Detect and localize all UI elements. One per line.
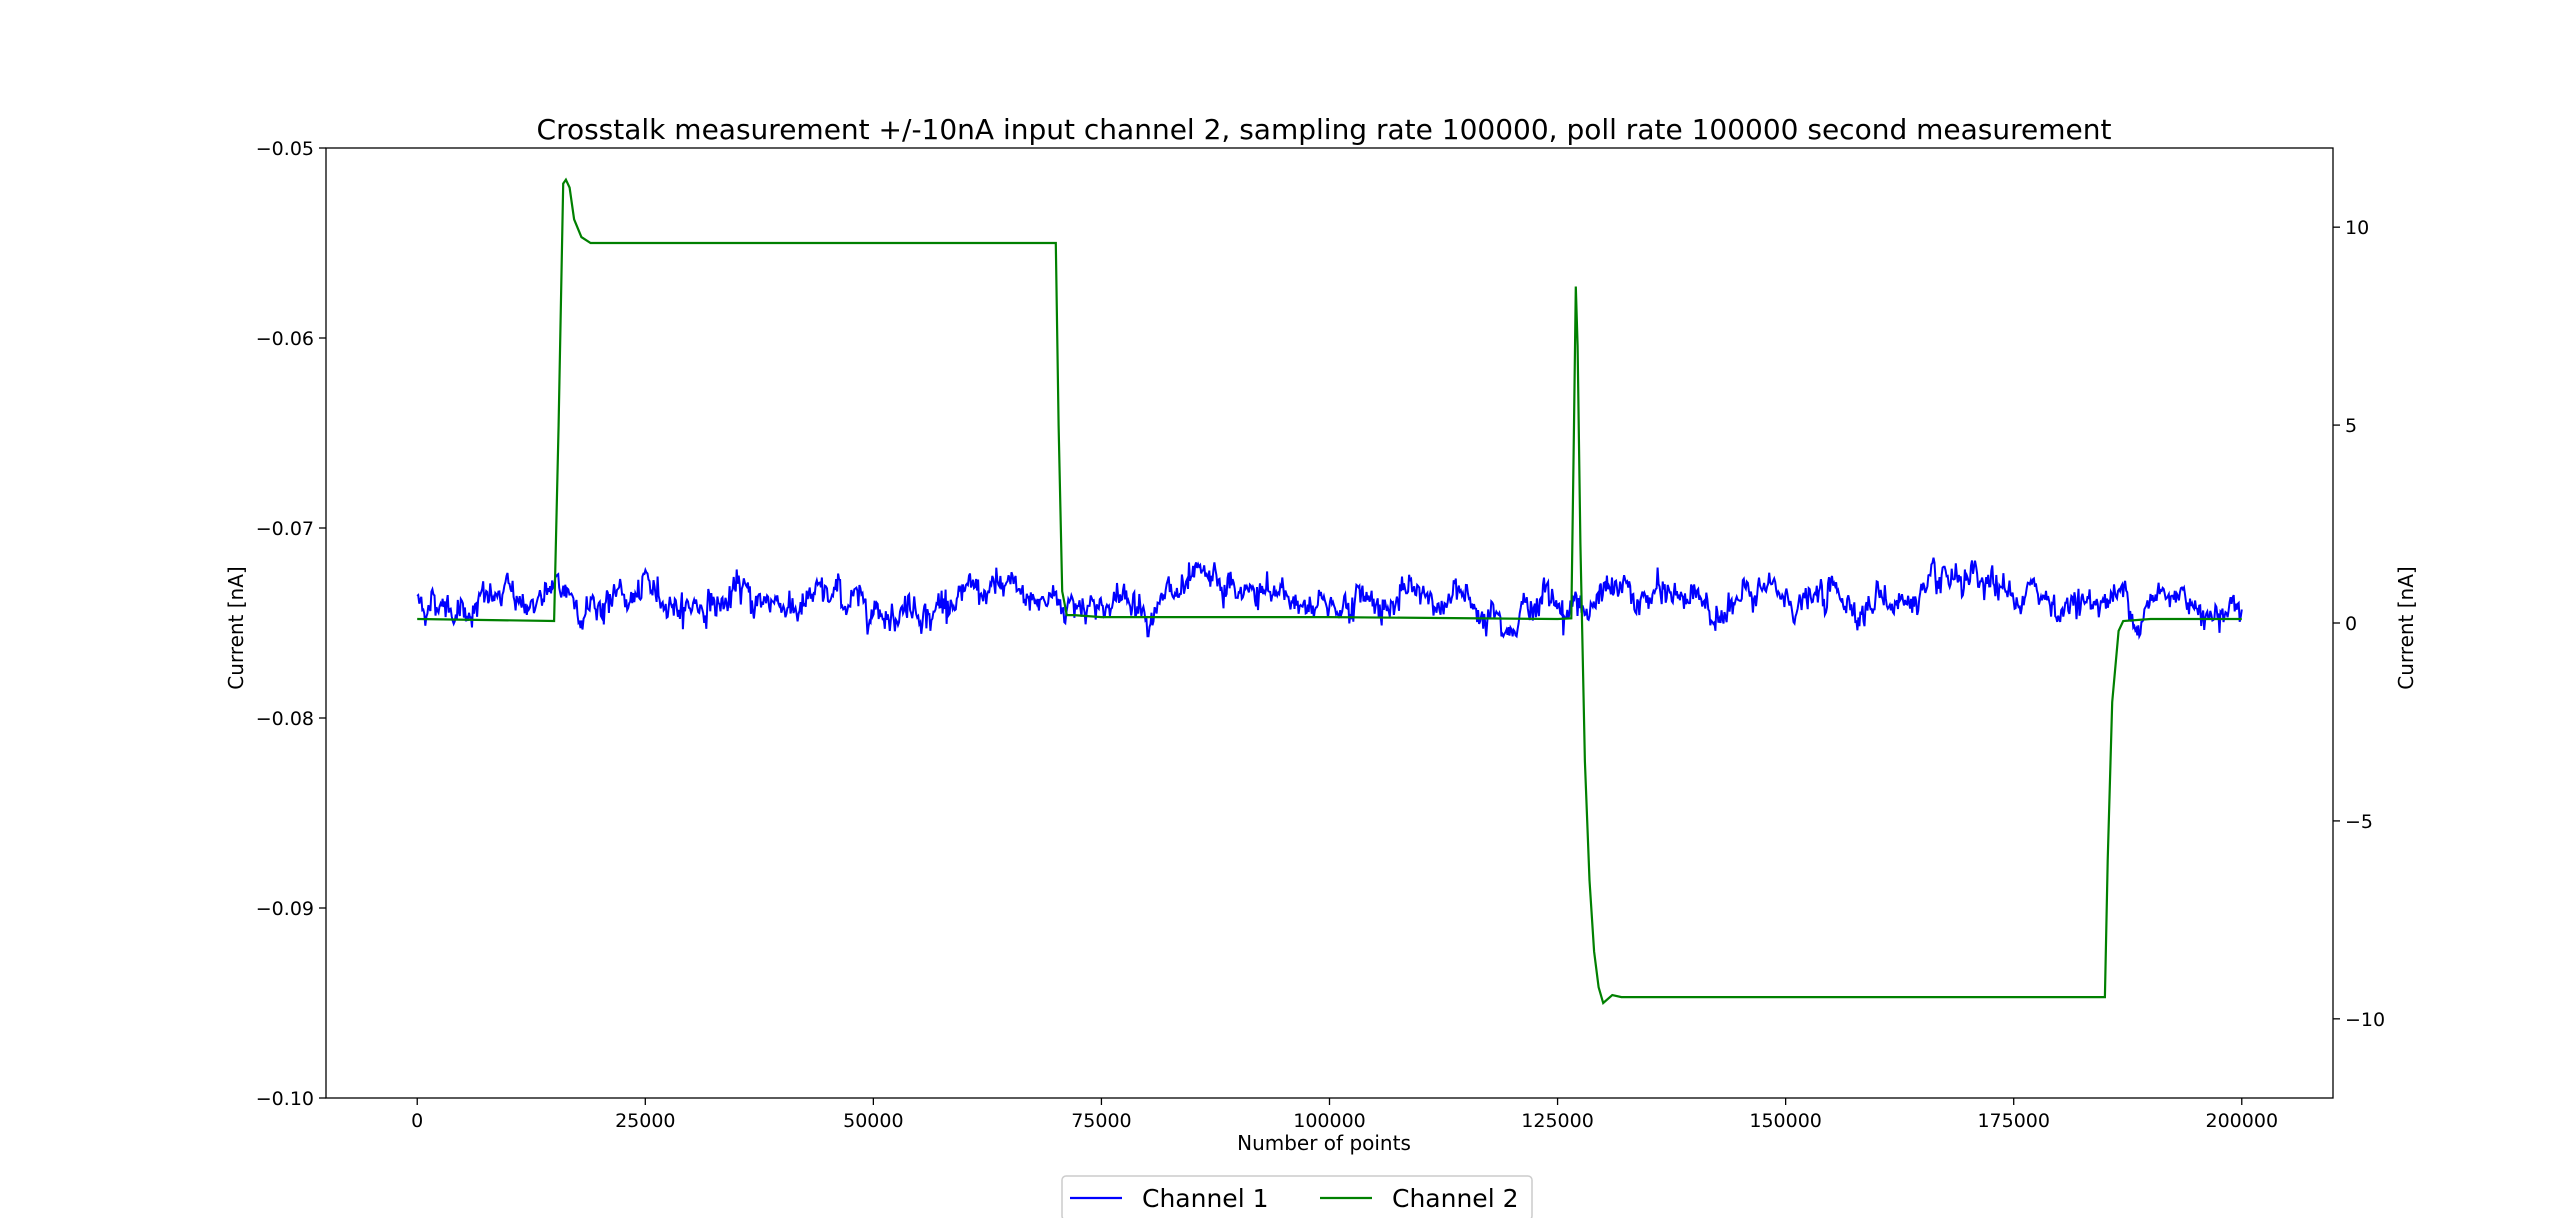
left-y-tick-label: −0.09 — [256, 898, 314, 920]
right-y-tick-label: 10 — [2345, 217, 2369, 239]
x-tick-label: 25000 — [615, 1110, 675, 1132]
legend-channel-2-label: Channel 2 — [1392, 1184, 1519, 1213]
x-tick-label: 75000 — [1071, 1110, 1131, 1132]
x-tick-label: 175000 — [1977, 1110, 2050, 1132]
left-y-tick-label: −0.06 — [256, 328, 314, 350]
right-y-tick-label: 0 — [2345, 613, 2357, 635]
x-tick-label: 125000 — [1521, 1110, 1594, 1132]
left-y-tick-label: −0.08 — [256, 708, 314, 730]
x-tick-label: 100000 — [1293, 1110, 1366, 1132]
left-y-axis-label: Current [nA] — [224, 566, 248, 689]
legend-channel-1-label: Channel 1 — [1142, 1184, 1269, 1213]
right-y-tick-label: −10 — [2345, 1009, 2385, 1031]
left-y-tick-label: −0.05 — [256, 138, 314, 160]
left-y-tick-label: −0.07 — [256, 518, 314, 540]
x-tick-label: 50000 — [843, 1110, 903, 1132]
chart-title: Crosstalk measurement +/-10nA input chan… — [537, 113, 2112, 146]
x-tick-label: 0 — [411, 1110, 423, 1132]
left-y-tick-label: −0.10 — [256, 1088, 314, 1110]
x-tick-label: 150000 — [1749, 1110, 1822, 1132]
chart-figure: Crosstalk measurement +/-10nA input chan… — [0, 0, 2560, 1218]
x-axis-label: Number of points — [1237, 1131, 1411, 1155]
legend: Channel 1 Channel 2 — [1061, 1175, 1533, 1218]
right-y-axis-label: Current [nA] — [2394, 566, 2418, 689]
figure-background — [0, 0, 2560, 1218]
right-y-tick-label: −5 — [2345, 811, 2373, 833]
right-y-tick-label: 5 — [2345, 415, 2357, 437]
x-tick-label: 200000 — [2206, 1110, 2279, 1132]
